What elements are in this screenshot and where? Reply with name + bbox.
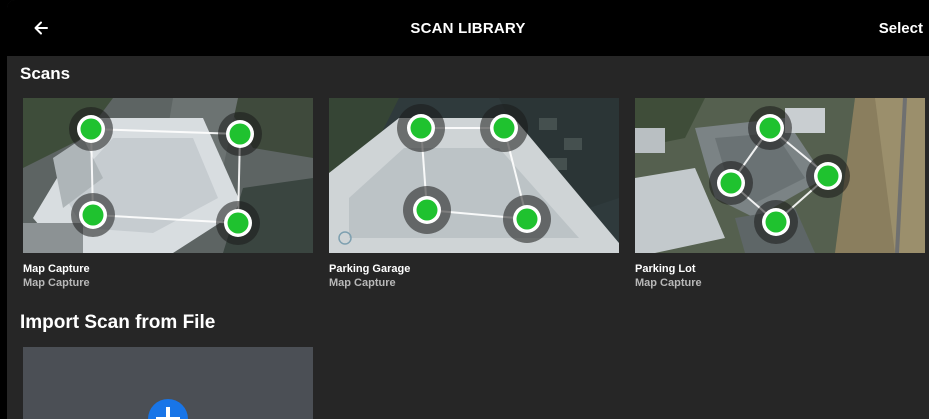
aerial-map-image <box>635 98 925 253</box>
arrow-left-icon <box>34 21 48 35</box>
aerial-map-image <box>23 98 313 253</box>
page-title: SCAN LIBRARY <box>410 20 526 37</box>
plus-icon <box>148 399 188 419</box>
scan-type: Map Capture <box>635 277 702 289</box>
scans-section-title: Scans <box>20 64 71 83</box>
scan-name: Map Capture <box>23 263 90 275</box>
aerial-map-image <box>329 98 619 253</box>
scan-card-map-capture[interactable]: Map Capture Map Capture <box>23 98 313 290</box>
scan-library-screen: SCAN LIBRARY Select Scans Map Capture Ma… <box>7 0 929 419</box>
scan-type: Map Capture <box>329 277 396 289</box>
scan-name: Parking Garage <box>329 263 411 275</box>
scan-thumbnail <box>23 98 313 253</box>
import-section-title: Import Scan from File <box>20 312 216 333</box>
top-bar: SCAN LIBRARY Select <box>7 0 929 56</box>
scan-card-parking-lot[interactable]: Parking Lot Map Capture <box>635 98 925 290</box>
import-file-button[interactable] <box>23 347 313 419</box>
scan-name: Parking Lot <box>635 263 696 275</box>
scan-card-parking-garage[interactable]: Parking Garage Map Capture <box>329 98 619 290</box>
back-button[interactable] <box>27 14 55 42</box>
scan-type: Map Capture <box>23 277 90 289</box>
scan-thumbnail <box>329 98 619 253</box>
scan-thumbnail <box>635 98 925 253</box>
select-button[interactable]: Select <box>879 0 923 56</box>
